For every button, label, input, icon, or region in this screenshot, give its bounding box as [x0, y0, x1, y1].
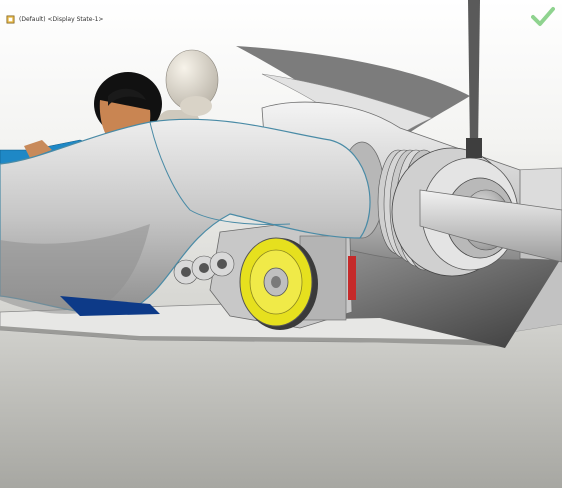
mast [468, 0, 480, 150]
display-state-indicator[interactable]: (Default) <Display State-1> [6, 15, 103, 24]
mast-collar [466, 138, 482, 158]
display-state-label: (Default) <Display State-1> [19, 16, 104, 23]
display-state-icon [6, 15, 15, 24]
checkmark-icon[interactable] [531, 5, 555, 27]
graphics-viewport[interactable]: (Default) <Display State-1> [0, 0, 562, 488]
3d-model-view[interactable] [0, 0, 562, 488]
